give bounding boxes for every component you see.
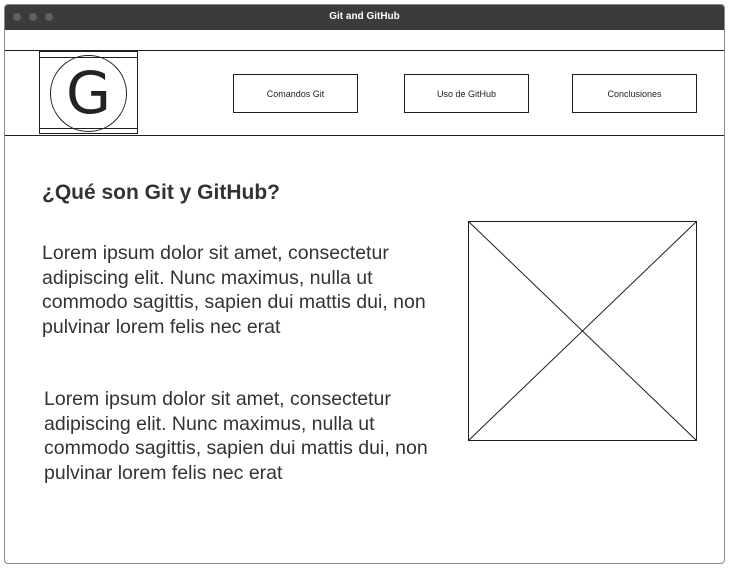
nav-conclusiones-button[interactable]: Conclusiones xyxy=(572,74,697,113)
image-placeholder-icon xyxy=(468,221,697,441)
title-bar: Git and GitHub xyxy=(5,5,724,30)
logo[interactable]: G xyxy=(39,51,138,134)
main-content: ¿Qué son Git y GitHub? Lorem ipsum dolor… xyxy=(5,136,724,563)
paragraph-2: Lorem ipsum dolor sit amet, consectetur … xyxy=(44,388,428,484)
nav-uso-de-github-button[interactable]: Uso de GitHub xyxy=(404,74,529,113)
page-heading: ¿Qué son Git y GitHub? xyxy=(42,181,280,204)
browser-window: Git and GitHub G Comandos Git Uso de Git… xyxy=(4,4,725,564)
toolbar-area xyxy=(5,30,724,50)
nav-comandos-git-button[interactable]: Comandos Git xyxy=(233,74,358,113)
site-header: G Comandos Git Uso de GitHub Conclusione… xyxy=(5,50,724,136)
paragraph-1: Lorem ipsum dolor sit amet, consectetur … xyxy=(42,242,426,338)
logo-letter: G xyxy=(66,59,111,127)
window-title: Git and GitHub xyxy=(329,11,400,22)
